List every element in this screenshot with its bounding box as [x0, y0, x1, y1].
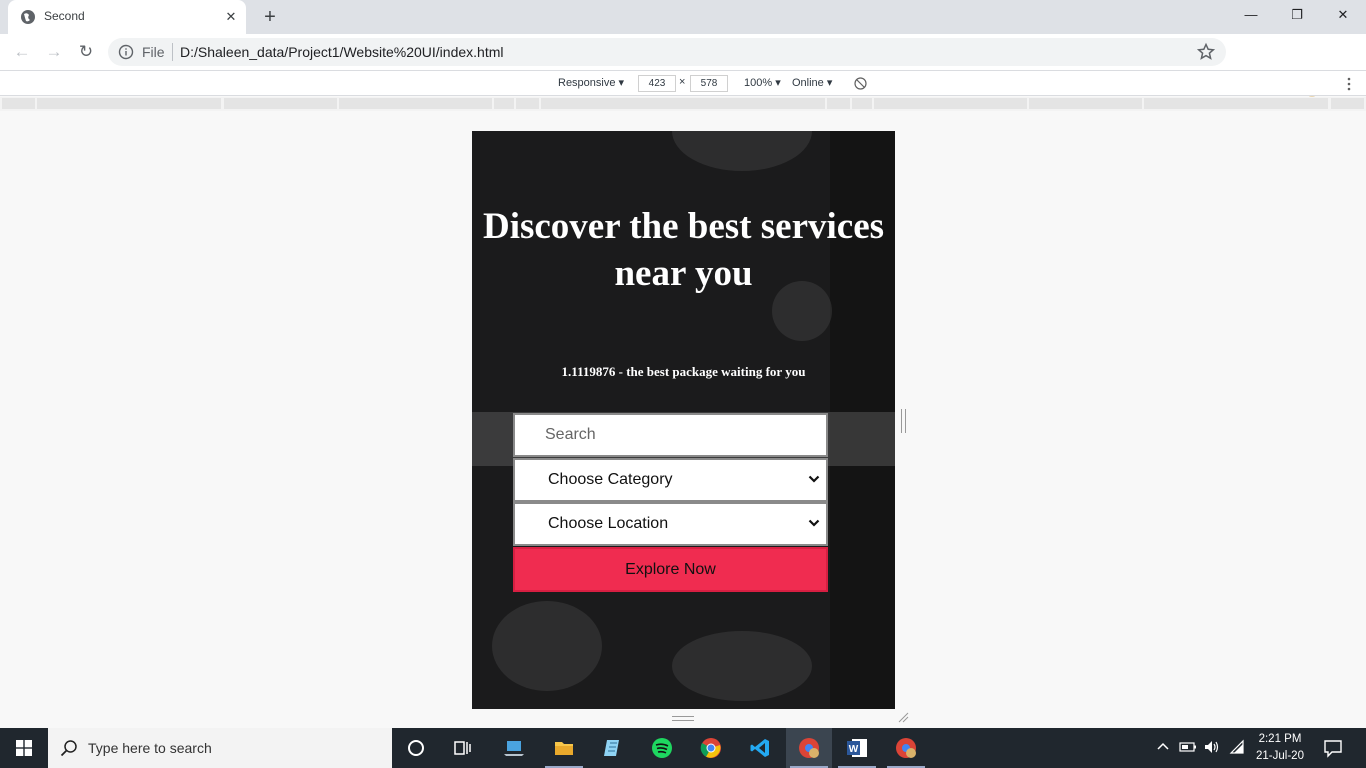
explore-now-button[interactable]: Explore Now	[513, 547, 828, 592]
category-select-value: Choose Category	[548, 471, 673, 488]
close-window-button[interactable]: ✕	[1320, 0, 1366, 30]
chrome-profile-button[interactable]	[883, 728, 929, 768]
browser-toolbar: ← → ↻ File D:/Shaleen_data/Project1/Webs…	[0, 34, 1366, 97]
taskbar-search-box[interactable]: Type here to search	[48, 728, 392, 768]
volume-icon[interactable]	[1203, 738, 1221, 756]
spotify-icon	[652, 738, 672, 758]
device-toolbar: Responsive ▾ 423 × 578 100% ▾ Online ▾	[0, 70, 1366, 96]
search-icon	[60, 740, 77, 757]
minimize-button[interactable]: —	[1228, 0, 1274, 30]
chrome-profile-icon	[896, 738, 916, 758]
search-input[interactable]	[513, 413, 828, 457]
this-pc-button[interactable]	[491, 728, 537, 768]
network-throttle-select[interactable]: Online ▾	[792, 76, 832, 89]
chrome-profile-icon	[799, 738, 819, 758]
media-query-segment[interactable]	[1029, 98, 1142, 109]
hero-subtitle: 1.1119876 - the best package waiting for…	[561, 364, 806, 379]
zoom-select[interactable]: 100% ▾	[744, 76, 781, 89]
chrome-button[interactable]	[688, 728, 734, 768]
media-query-segment[interactable]	[37, 98, 221, 109]
cortana-button[interactable]	[393, 728, 439, 768]
battery-icon[interactable]	[1179, 738, 1197, 756]
tab-strip: Second ✕ + — ❐ ✕	[0, 0, 1366, 34]
chrome-icon	[700, 738, 721, 758]
media-query-segment[interactable]	[516, 98, 539, 109]
chevron-down-icon	[808, 475, 820, 483]
media-query-segment[interactable]	[874, 98, 1027, 109]
notepad-icon	[604, 740, 619, 756]
media-query-segment[interactable]	[2, 98, 35, 109]
location-select[interactable]: Choose Location	[513, 502, 828, 546]
windows-logo-icon	[16, 740, 32, 756]
media-query-segment[interactable]	[224, 98, 337, 109]
url-text[interactable]: D:/Shaleen_data/Project1/Website%20UI/in…	[180, 44, 503, 60]
file-explorer-button[interactable]	[541, 728, 587, 768]
bookmark-star-icon[interactable]	[1196, 42, 1216, 62]
address-bar[interactable]: File D:/Shaleen_data/Project1/Website%20…	[108, 38, 1226, 66]
chevron-up-icon[interactable]	[1154, 738, 1172, 756]
new-tab-button[interactable]: +	[258, 5, 282, 29]
viewport-height-resize-handle[interactable]	[672, 716, 694, 721]
info-icon[interactable]	[118, 44, 134, 60]
device-viewport: Discover the best services near you 1.11…	[472, 131, 895, 709]
viewport-corner-resize-icon[interactable]	[897, 711, 909, 723]
media-query-segment[interactable]	[494, 98, 514, 109]
vscode-icon	[750, 739, 769, 757]
word-button[interactable]: W	[834, 728, 880, 768]
rotate-icon[interactable]	[854, 77, 867, 90]
media-query-segment[interactable]	[339, 98, 492, 109]
back-button[interactable]: ←	[8, 38, 36, 66]
scheme-label: File	[142, 44, 165, 60]
device-mode-select[interactable]: Responsive ▾	[558, 76, 624, 89]
maximize-button[interactable]: ❐	[1274, 0, 1320, 30]
wifi-icon[interactable]	[1228, 738, 1246, 756]
viewport-height-input[interactable]: 578	[690, 75, 728, 92]
viewport-width-resize-handle[interactable]	[901, 409, 906, 433]
taskbar-search-placeholder: Type here to search	[88, 740, 212, 756]
notepad-button[interactable]	[590, 728, 636, 768]
viewport-width-input[interactable]: 423	[638, 75, 676, 92]
tab-title: Second	[44, 9, 85, 23]
dimension-separator: ×	[679, 76, 686, 88]
media-query-segment[interactable]	[852, 98, 872, 109]
spotify-button[interactable]	[639, 728, 685, 768]
hero-background-shape	[492, 601, 602, 691]
chrome-profile-button[interactable]	[786, 728, 832, 768]
windows-taskbar: Type here to search W 2:21 PM 21-Jul-20	[0, 728, 1366, 768]
omnibox-divider	[172, 43, 173, 61]
clock-date: 21-Jul-20	[1256, 750, 1304, 762]
notifications-icon[interactable]	[1322, 737, 1344, 759]
hero-background-shape	[672, 131, 812, 171]
chevron-down-icon	[808, 519, 820, 527]
cortana-icon	[408, 740, 424, 756]
task-view-button[interactable]	[439, 728, 485, 768]
forward-button[interactable]: →	[40, 38, 68, 66]
category-select[interactable]: Choose Category	[513, 458, 828, 502]
location-select-value: Choose Location	[548, 515, 669, 532]
tab-close-icon[interactable]: ✕	[222, 8, 240, 26]
word-icon: W	[847, 739, 867, 757]
file-explorer-icon	[555, 742, 573, 755]
browser-tab[interactable]: Second ✕	[8, 0, 246, 34]
svg-text:W: W	[849, 744, 859, 755]
media-query-segment[interactable]	[541, 98, 825, 109]
taskbar-clock[interactable]: 2:21 PM 21-Jul-20	[1248, 731, 1312, 765]
media-query-segment[interactable]	[1144, 98, 1328, 109]
media-query-bar	[0, 97, 1366, 111]
device-toolbar-menu-icon[interactable]	[1343, 76, 1355, 92]
clock-time: 2:21 PM	[1258, 733, 1302, 745]
laptop-icon	[504, 741, 524, 756]
start-button[interactable]	[0, 728, 48, 768]
reload-button[interactable]: ↻	[72, 38, 100, 66]
media-query-segment[interactable]	[1331, 98, 1364, 109]
media-query-segment[interactable]	[827, 98, 850, 109]
vscode-button[interactable]	[737, 728, 783, 768]
hero-title: Discover the best services near you	[482, 206, 885, 294]
globe-icon	[21, 10, 35, 24]
hero-background-shape	[672, 631, 812, 701]
task-view-icon	[454, 741, 471, 755]
